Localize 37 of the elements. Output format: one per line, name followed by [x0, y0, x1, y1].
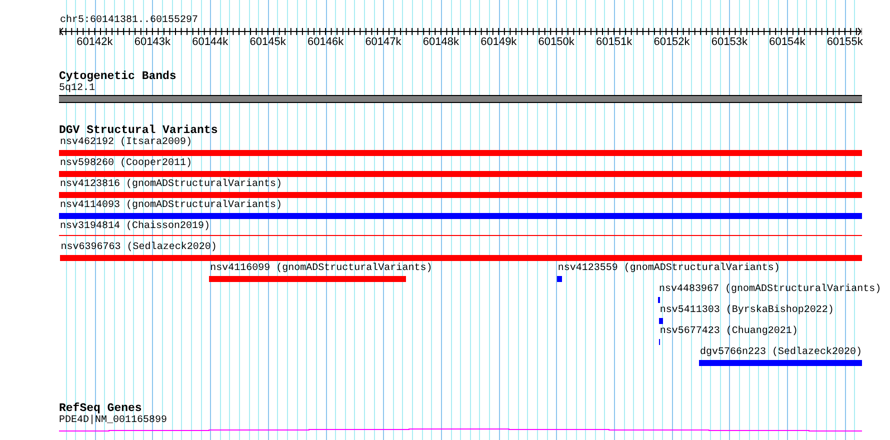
variant-label: nsv4116099 (gnomADStructuralVariants)	[210, 263, 432, 275]
ruler-tick-label: 60143k	[134, 36, 170, 49]
ruler-tick-label: 60154k	[769, 36, 806, 49]
variant-label: nsv598260 (Cooper2011)	[60, 158, 192, 170]
ruler-tick-label: 60145k	[250, 36, 286, 49]
gene-label: PDE4D|NM_001165899	[59, 415, 168, 427]
ruler-tick-label: 60149k	[480, 36, 517, 49]
variant-bar[interactable]	[658, 297, 660, 303]
variant-label: nsv5411303 (ByrskaBishop2022)	[660, 305, 834, 317]
track-title: RefSeq Genes	[59, 403, 142, 415]
ruler-tick-label: 60148k	[422, 36, 459, 49]
ruler-tick-label: 60144k	[192, 36, 228, 49]
ruler-tick-label: 60147k	[365, 36, 402, 49]
ruler-tick-label: 60142k	[76, 36, 113, 49]
variant-label: nsv3194814 (Chaisson2019)	[60, 221, 210, 233]
ruler-tick-label: 60150k	[538, 36, 574, 49]
variant-label: nsv4123559 (gnomADStructuralVariants)	[558, 263, 780, 275]
band-label: 5q12.1	[59, 83, 96, 95]
variant-label: nsv4114093 (gnomADStructuralVariants)	[60, 200, 282, 212]
variant-label: nsv462192 (Itsara2009)	[60, 137, 192, 149]
gene-line[interactable]	[59, 427, 862, 433]
variant-label: nsv4123816 (gnomADStructuralVariants)	[60, 179, 282, 191]
variant-bar[interactable]	[658, 318, 663, 324]
variant-label: nsv4483967 (gnomADStructuralVariants)	[659, 284, 882, 296]
variant-line[interactable]	[59, 235, 862, 236]
location-label: chr5:60141381..60155297	[60, 14, 198, 27]
ruler-tick-label: 60146k	[307, 36, 344, 49]
variant-label: nsv6396763 (Sedlazeck2020)	[60, 242, 217, 254]
track-title: Cytogenetic Bands	[59, 70, 176, 83]
ruler-tick-label: 60151k	[596, 36, 632, 49]
ruler-tick-label: 60153k	[711, 36, 748, 49]
variant-label: nsv5677423 (Chuang2021)	[660, 326, 798, 338]
track-title: DGV Structural Variants	[59, 124, 218, 137]
ruler-tick-label: 60155k	[826, 36, 863, 49]
variant-bar[interactable]	[556, 276, 562, 282]
ruler-tick-label: 60152k	[654, 36, 690, 49]
variant-label: dgv5766n223 (Sedlazeck2020)	[700, 347, 862, 359]
